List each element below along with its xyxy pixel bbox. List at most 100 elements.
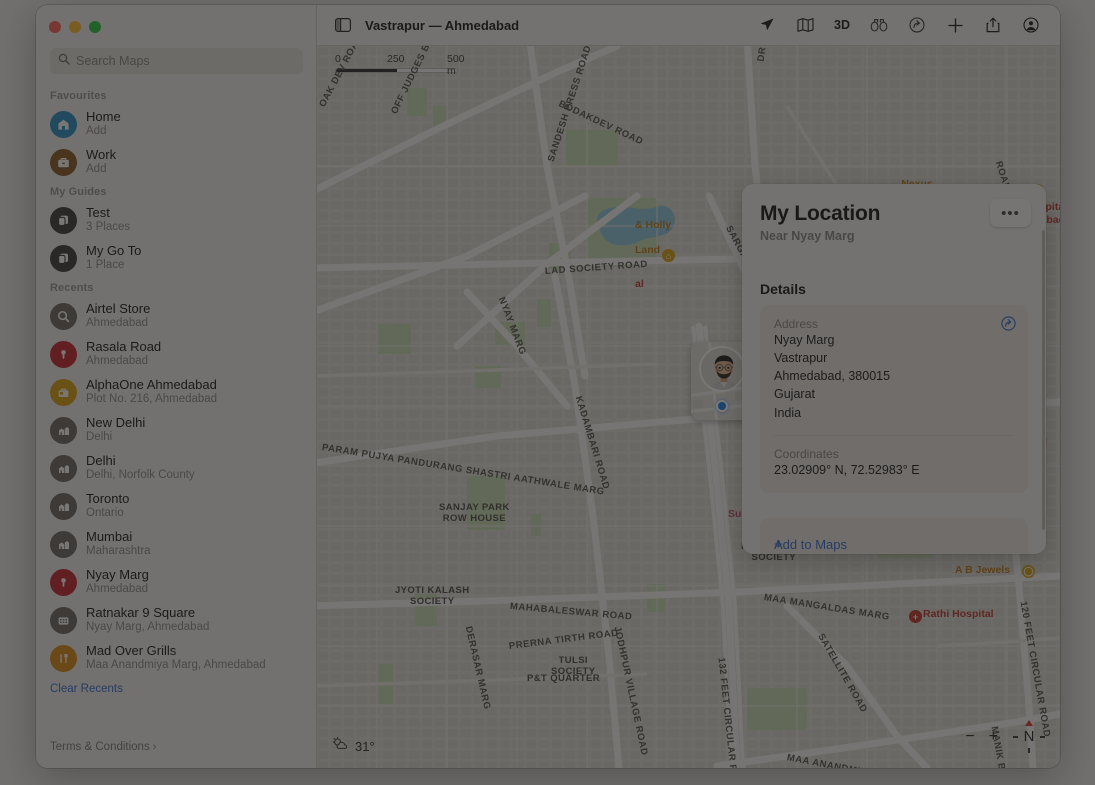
sidebar-item-new-delhi[interactable]: New DelhiDelhi [36, 411, 316, 449]
sidebar-item-my-go-to[interactable]: My Go To1 Place [36, 239, 316, 277]
sidebar-item-title: Work [86, 148, 116, 163]
three-d-button[interactable]: 3D [834, 16, 850, 34]
window-traffic-lights [49, 21, 101, 33]
card-header: My Location Near Nyay Marg ••• [742, 184, 1046, 243]
sidebar-section-header: Recents [36, 277, 316, 297]
blue-location-dot [716, 400, 728, 412]
briefcase-icon [50, 149, 77, 176]
sidebar-item-subtitle: Ahmedabad [86, 317, 150, 330]
city-icon [50, 417, 77, 444]
sidebar-item-title: Ratnakar 9 Square [86, 606, 209, 621]
terms-and-conditions-link[interactable]: Terms & Conditions › [36, 726, 316, 768]
sidebar-item-subtitle: 3 Places [86, 221, 130, 234]
sidebar-item-title: New Delhi [86, 416, 145, 431]
add-button[interactable] [946, 16, 964, 34]
address-line: India [774, 404, 1014, 422]
add-to-maps-label: Add to Maps [774, 537, 847, 552]
window-title: Vastrapur — Ahmedabad [365, 18, 519, 33]
address-value: Nyay MargVastrapurAhmedabad, 380015Gujar… [774, 331, 1014, 422]
sidebar-section-header: My Guides [36, 181, 316, 201]
sidebar-item-delhi[interactable]: DelhiDelhi, Norfolk County [36, 449, 316, 487]
zoom-out-button[interactable]: − [965, 729, 974, 745]
address-line: Gujarat [774, 385, 1014, 403]
details-panel: Address Nyay MargVastrapurAhmedabad, 380… [760, 305, 1028, 493]
home-icon [50, 111, 77, 138]
address-line: Vastrapur [774, 349, 1014, 367]
sidebar-item-subtitle: Delhi [86, 431, 145, 444]
weather-widget[interactable]: 31° [333, 737, 375, 756]
sidebar-item-toronto[interactable]: TorontoOntario [36, 487, 316, 525]
compass-icon[interactable]: N [1012, 720, 1046, 754]
sidebar-item-alphaone-ahmedabad[interactable]: AlphaOne AhmedabadPlot No. 216, Ahmedaba… [36, 373, 316, 411]
sidebar-item-subtitle: Nyay Marg, Ahmedabad [86, 621, 209, 634]
clear-recents-button[interactable]: Clear Recents [36, 677, 316, 695]
sidebar-item-ratnakar-9-square[interactable]: Ratnakar 9 SquareNyay Marg, Ahmedabad [36, 601, 316, 639]
sidebar-item-title: Delhi [86, 454, 195, 469]
sidebar-section-header: Favourites [36, 85, 316, 105]
sidebar-item-title: AlphaOne Ahmedabad [86, 378, 217, 393]
share-button[interactable] [984, 16, 1002, 34]
add-to-maps-button[interactable]: + Add to Maps [760, 518, 1028, 554]
locate-me-button[interactable] [758, 16, 776, 34]
binoculars-icon[interactable] [870, 16, 888, 34]
search-input[interactable]: Search Maps [50, 48, 303, 74]
memoji-avatar [699, 346, 745, 392]
sidebar-item-title: Mad Over Grills [86, 644, 266, 659]
sidebar-item-subtitle: Add [86, 125, 121, 138]
search-icon [50, 303, 77, 330]
place-info-card[interactable]: My Location Near Nyay Marg ••• Details A… [742, 184, 1046, 554]
close-window-button[interactable] [49, 21, 61, 33]
panel-divider [774, 435, 1014, 436]
scale-tick-0: 0 [335, 53, 341, 65]
more-options-button[interactable]: ••• [990, 199, 1031, 227]
address-label: Address [774, 317, 1014, 331]
toolbar-actions: 3D [758, 16, 1060, 34]
directions-button[interactable] [908, 16, 926, 34]
sidebar-item-title: My Go To [86, 244, 141, 259]
sidebar-item-title: Rasala Road [86, 340, 161, 355]
sidebar-item-mumbai[interactable]: MumbaiMaharashtra [36, 525, 316, 563]
map-poi-pin[interactable]: ⌂ [662, 249, 675, 262]
sidebar-item-subtitle: Ahmedabad [86, 355, 161, 368]
window-toolbar: Vastrapur — Ahmedabad 3D [317, 5, 1060, 46]
sidebar-item-subtitle: Ahmedabad [86, 583, 149, 596]
sidebar-item-subtitle: Add [86, 163, 116, 176]
address-line: Nyay Marg [774, 331, 1014, 349]
ellipsis-icon: ••• [1001, 209, 1020, 218]
sidebar-item-test[interactable]: Test3 Places [36, 201, 316, 239]
sidebar-item-home[interactable]: HomeAdd [36, 105, 316, 143]
map-poi-pin[interactable]: + [909, 610, 922, 623]
weather-temperature: 31° [355, 739, 375, 754]
directions-arrow-icon[interactable] [1001, 316, 1016, 336]
map-style-button[interactable] [796, 16, 814, 34]
sidebar-item-work[interactable]: WorkAdd [36, 143, 316, 181]
guide-cards-icon [50, 245, 77, 272]
sidebar-item-nyay-marg[interactable]: Nyay MargAhmedabad [36, 563, 316, 601]
card-scrollbar[interactable] [1042, 230, 1045, 530]
building-icon [50, 607, 77, 634]
desktop-background: Search Maps FavouritesHomeAddWorkAddMy G… [0, 0, 1095, 785]
details-header: Details [742, 243, 1046, 305]
maximize-window-button[interactable] [89, 21, 101, 33]
sidebar-toggle-button[interactable] [335, 18, 351, 32]
sidebar-item-airtel-store[interactable]: Airtel StoreAhmedabad [36, 297, 316, 335]
minimize-window-button[interactable] [69, 21, 81, 33]
sidebar-item-mad-over-grills[interactable]: Mad Over GrillsMaa Anandmiya Marg, Ahmed… [36, 639, 316, 677]
search-placeholder: Search Maps [76, 54, 150, 68]
place-subtitle: Near Nyay Marg [760, 229, 1028, 243]
coordinates-label: Coordinates [774, 447, 1014, 461]
scale-tick-500: 500 m [447, 53, 475, 77]
sidebar-item-title: Mumbai [86, 530, 151, 545]
compass-north-label: N [1024, 728, 1035, 745]
sidebar-item-subtitle: Delhi, Norfolk County [86, 469, 195, 482]
sidebar-scroll-area[interactable]: FavouritesHomeAddWorkAddMy GuidesTest3 P… [36, 85, 316, 726]
sidebar-item-title: Airtel Store [86, 302, 150, 317]
sidebar-item-rasala-road[interactable]: Rasala RoadAhmedabad [36, 335, 316, 373]
zoom-in-button[interactable]: + [989, 729, 998, 745]
plus-icon: + [774, 537, 783, 552]
account-button[interactable] [1022, 16, 1040, 34]
sidebar-item-title: Toronto [86, 492, 129, 507]
map-poi-pin[interactable]: ◯ [1022, 565, 1035, 578]
restaurant-icon [50, 645, 77, 672]
map-canvas[interactable]: 0 250 500 m OAK DEV ROADOFF JUDGES BUNGA… [317, 46, 1060, 768]
